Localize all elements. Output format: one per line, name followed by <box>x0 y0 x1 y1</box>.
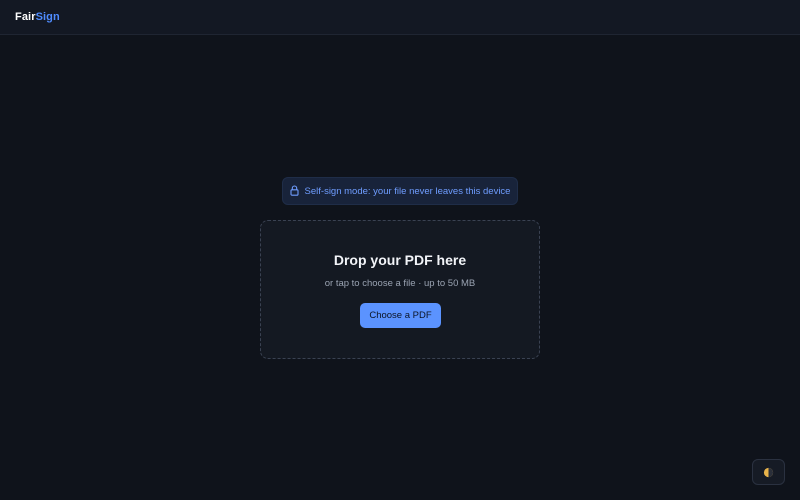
drop-zone-subtitle: or tap to choose a file · up to 50 MB <box>324 278 476 289</box>
lock-icon <box>289 184 299 196</box>
self-sign-notice: Self-sign mode: your file never leaves t… <box>282 177 518 205</box>
half-moon-icon <box>763 467 774 478</box>
brand-logo-fair: Fair <box>15 11 36 23</box>
self-sign-notice-text: Self-sign mode: your file never leaves t… <box>304 185 511 197</box>
app-root: Fair Sign Self-sign mode: your file never… <box>0 0 800 500</box>
pdf-drop-zone[interactable]: Drop your PDF here or tap to choose a fi… <box>260 220 540 359</box>
top-bar: Fair Sign <box>0 0 800 35</box>
brand-logo-sign: Sign <box>35 11 60 23</box>
drop-zone-title: Drop your PDF here <box>333 252 467 268</box>
theme-toggle-button[interactable] <box>752 459 785 485</box>
choose-pdf-button[interactable]: Choose a PDF <box>360 303 441 328</box>
brand-logo[interactable]: Fair Sign <box>15 11 60 23</box>
